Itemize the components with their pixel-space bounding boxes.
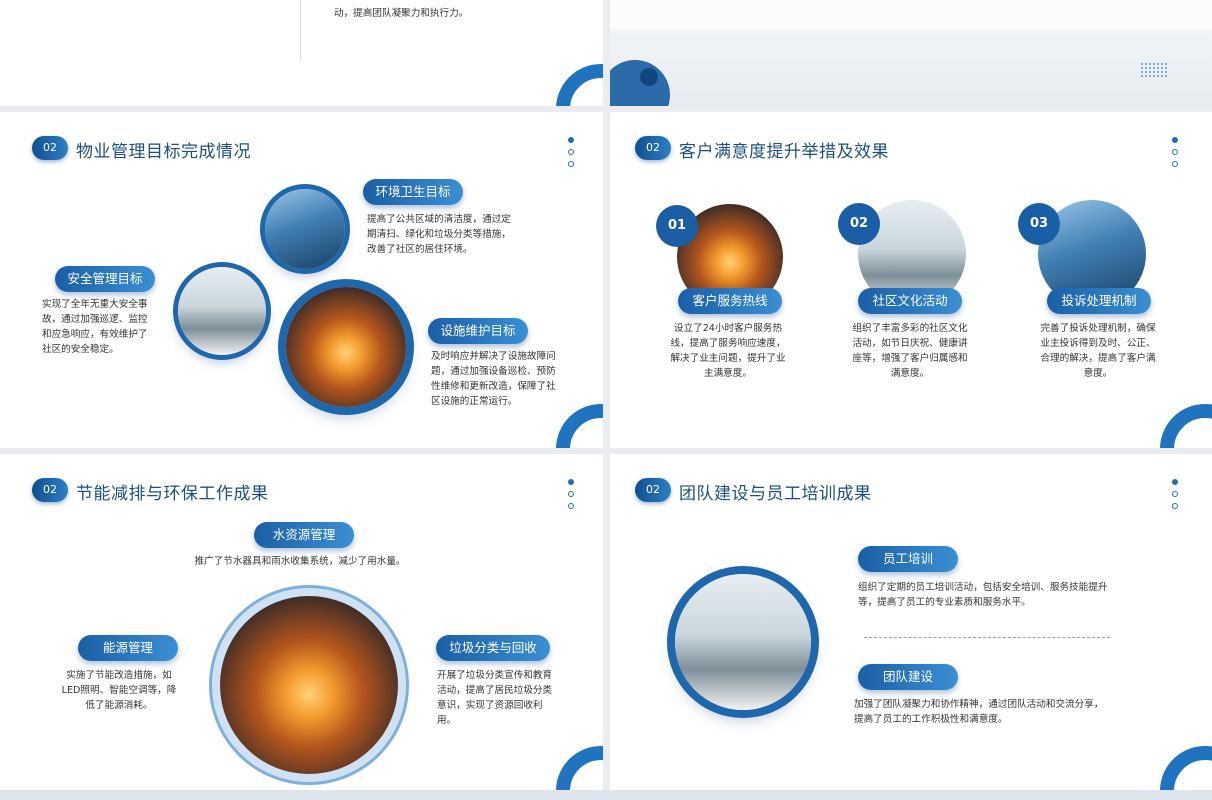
dot-grid — [1140, 62, 1168, 78]
slide-top-right — [610, 0, 1212, 106]
waste-text: 开展了垃圾分类宣传和教育活动，提高了居民垃圾分类意识，实现了资源回收利用。 — [437, 670, 553, 726]
section-badge: 02 — [635, 136, 671, 160]
decor-dot — [640, 68, 658, 86]
energy-label: 能源管理 — [78, 635, 178, 661]
slide-energy: 02 节能减排与环保工作成果 水资源管理 推广了节水器具和雨水收集系统，减少了用… — [0, 454, 603, 790]
photo-sunset-large — [220, 596, 398, 774]
page-dots — [1172, 479, 1180, 515]
top-band — [610, 0, 1212, 30]
item-number: 03 — [1018, 203, 1060, 245]
photo-meeting — [178, 267, 266, 355]
env-goal-text: 提高了公共区域的清洁度，通过定期清扫、绿化和垃圾分类等措施，改善了社区的居住环境… — [367, 214, 511, 255]
team-text: 加强了团队凝聚力和协作精神，通过团队活动和交流分享，提高了员工的工作积极性和满意… — [854, 699, 1104, 725]
section-badge: 02 — [635, 478, 671, 502]
training-label: 员工培训 — [858, 546, 958, 572]
page-dots — [568, 479, 576, 515]
page-title: 客户满意度提升举措及效果 — [679, 142, 889, 162]
corner-arc — [1160, 746, 1212, 790]
hotline-label: 客户服务热线 — [678, 288, 782, 314]
complaint-text: 完善了投诉处理机制，确保业主投诉得到及时、公正、合理的解决，提高了客户满意度。 — [1040, 323, 1156, 379]
decor-circle — [610, 60, 670, 106]
photo-handshake — [265, 189, 345, 269]
page-title: 团队建设与员工培训成果 — [679, 484, 872, 504]
bottom-strip — [0, 790, 1212, 800]
water-text: 推广了节水器具和雨水收集系统，减少了用水量。 — [194, 556, 406, 567]
facility-goal-label: 设施维护目标 — [428, 318, 528, 344]
facility-goal-text: 及时响应并解决了设施故障问题，通过加强设备巡检、预防性维修和更新改造，保障了社区… — [431, 351, 556, 407]
safety-goal-label: 安全管理目标 — [55, 266, 155, 292]
item-number: 02 — [838, 203, 880, 245]
energy-text: 实施了节能改造措施，如LED照明、智能空调等，降低了能源消耗。 — [61, 670, 177, 711]
slide-team: 02 团队建设与员工培训成果 员工培训 组织了定期的员工培训活动，包括安全培训、… — [610, 454, 1212, 790]
complaint-label: 投诉处理机制 — [1047, 288, 1151, 314]
slide-top-left: 动，提高团队凝聚力和执行力。 — [0, 0, 603, 106]
team-label: 团队建设 — [858, 664, 958, 690]
hotline-text: 设立了24小时客户服务热线，提高了服务响应速度，解决了业主问题，提升了业主满意度… — [670, 323, 786, 379]
slide-goals: 02 物业管理目标完成情况 环境卫生目标 提高了公共区域的清洁度，通过定期清扫、… — [0, 112, 603, 448]
page-title: 节能减排与环保工作成果 — [76, 484, 269, 504]
safety-goal-text: 实现了全年无重大安全事故，通过加强巡逻、监控和应急响应，有效维护了社区的安全稳定… — [42, 299, 148, 355]
waste-label: 垃圾分类与回收 — [436, 635, 550, 661]
page-dots — [568, 137, 576, 173]
top-left-text: 动，提高团队凝聚力和执行力。 — [334, 8, 469, 19]
item-number: 01 — [656, 205, 698, 247]
section-badge: 02 — [32, 136, 68, 160]
water-label: 水资源管理 — [254, 522, 354, 548]
corner-arc — [556, 746, 603, 790]
slide-satisfaction: 02 客户满意度提升举措及效果 01 客户服务热线 设立了24小时客户服务热线，… — [610, 112, 1212, 448]
divider — [300, 0, 301, 62]
page-title: 物业管理目标完成情况 — [76, 142, 251, 162]
env-goal-label: 环境卫生目标 — [363, 179, 463, 205]
community-text: 组织了丰富多彩的社区文化活动，如节日庆祝、健康讲座等，增强了客户归属感和满意度。 — [852, 323, 968, 379]
page-dots — [1172, 137, 1180, 173]
section-badge: 02 — [32, 478, 68, 502]
photo-team — [675, 574, 811, 710]
photo-sunset — [286, 287, 406, 407]
corner-arc — [1160, 404, 1212, 448]
training-text: 组织了定期的员工培训活动，包括安全培训、服务技能提升等，提高了员工的专业素质和服… — [858, 582, 1108, 608]
corner-arc — [556, 64, 603, 106]
divider-dashed — [864, 637, 1110, 638]
corner-arc — [556, 404, 603, 448]
community-label: 社区文化活动 — [858, 288, 962, 314]
